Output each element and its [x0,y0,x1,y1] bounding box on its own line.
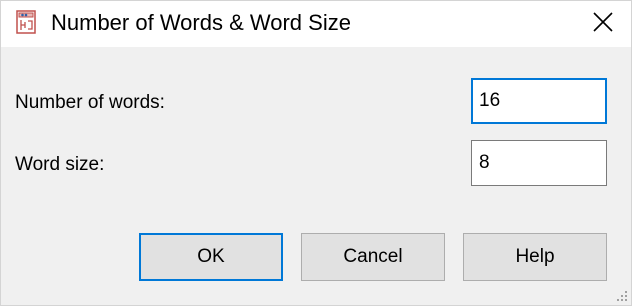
cancel-button[interactable]: Cancel [301,233,445,281]
window-title: Number of Words & Word Size [51,10,351,35]
word-size-label: Word size: [15,154,105,175]
number-of-words-input[interactable] [471,78,607,124]
ok-button[interactable]: OK [139,233,283,281]
close-button[interactable] [575,1,631,47]
word-size-input[interactable] [471,140,607,186]
number-of-words-label: Number of words: [15,92,165,113]
close-icon [592,11,614,38]
title-bar: Number of Words & Word Size [1,1,631,47]
app-icon [13,9,39,35]
help-button[interactable]: Help [463,233,607,281]
dialog-window: Number of Words & Word Size Number of wo… [0,0,632,306]
resize-grip-icon[interactable] [614,288,628,302]
